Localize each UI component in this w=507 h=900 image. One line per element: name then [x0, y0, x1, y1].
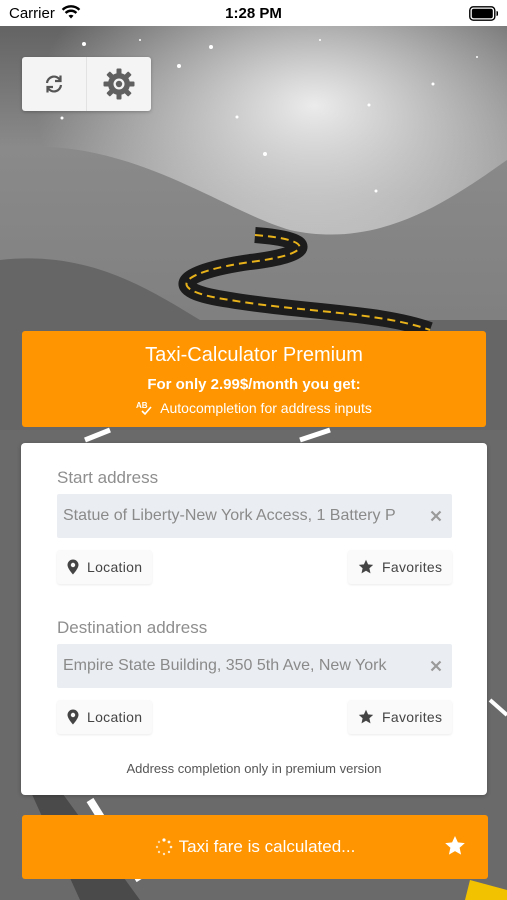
star-icon	[358, 559, 374, 574]
svg-text:AB: AB	[136, 401, 148, 410]
start-address-label: Start address	[57, 468, 159, 487]
start-address-input[interactable]	[63, 494, 395, 538]
fare-status: Taxi fare is calculated...	[22, 837, 488, 857]
premium-subtitle: For only 2.99$/month you get:	[147, 376, 361, 393]
start-address-clear-button[interactable]	[426, 506, 446, 526]
start-address-field[interactable]	[57, 494, 452, 538]
star-icon	[358, 709, 374, 724]
destination-favorites-button[interactable]: Favorites	[348, 700, 453, 734]
autocomplete-icon: AB	[136, 401, 152, 416]
favorite-star-button[interactable]	[444, 835, 466, 857]
destination-location-label: Location	[87, 709, 143, 725]
fare-bar: Taxi fare is calculated...	[22, 815, 488, 879]
premium-feature: AB Autocompletion for address inputs	[22, 400, 486, 416]
premium-title: Taxi-Calculator Premium	[145, 344, 363, 366]
battery-icon	[469, 6, 498, 21]
fare-status-label: Taxi fare is calculated...	[178, 837, 356, 856]
start-location-button[interactable]: Location	[57, 550, 153, 584]
destination-address-input[interactable]	[63, 644, 395, 688]
location-pin-icon	[67, 709, 79, 725]
destination-favorites-label: Favorites	[382, 709, 443, 725]
top-toolbar	[22, 57, 151, 111]
premium-feature-label: Autocompletion for address inputs	[160, 400, 372, 416]
close-icon	[430, 510, 442, 522]
refresh-icon	[45, 75, 63, 93]
start-favorites-label: Favorites	[382, 559, 443, 575]
status-bar: Carrier 1:28 PM	[0, 0, 507, 26]
start-favorites-button[interactable]: Favorites	[348, 550, 453, 584]
destination-address-label: Destination address	[57, 618, 208, 637]
start-location-label: Location	[87, 559, 143, 575]
destination-address-clear-button[interactable]	[426, 656, 446, 676]
close-icon	[430, 660, 442, 672]
address-card: Start address Location Favorites Destina…	[21, 443, 487, 795]
clock: 1:28 PM	[225, 5, 282, 22]
gear-icon	[103, 68, 135, 100]
refresh-button[interactable]	[22, 57, 86, 111]
premium-note: Address completion only in premium versi…	[126, 761, 382, 776]
destination-location-button[interactable]: Location	[57, 700, 153, 734]
destination-address-field[interactable]	[57, 644, 452, 688]
settings-button[interactable]	[86, 57, 151, 111]
loading-spinner-icon	[155, 838, 172, 856]
premium-banner[interactable]: Taxi-Calculator Premium For only 2.99$/m…	[22, 331, 486, 427]
location-pin-icon	[67, 559, 79, 575]
